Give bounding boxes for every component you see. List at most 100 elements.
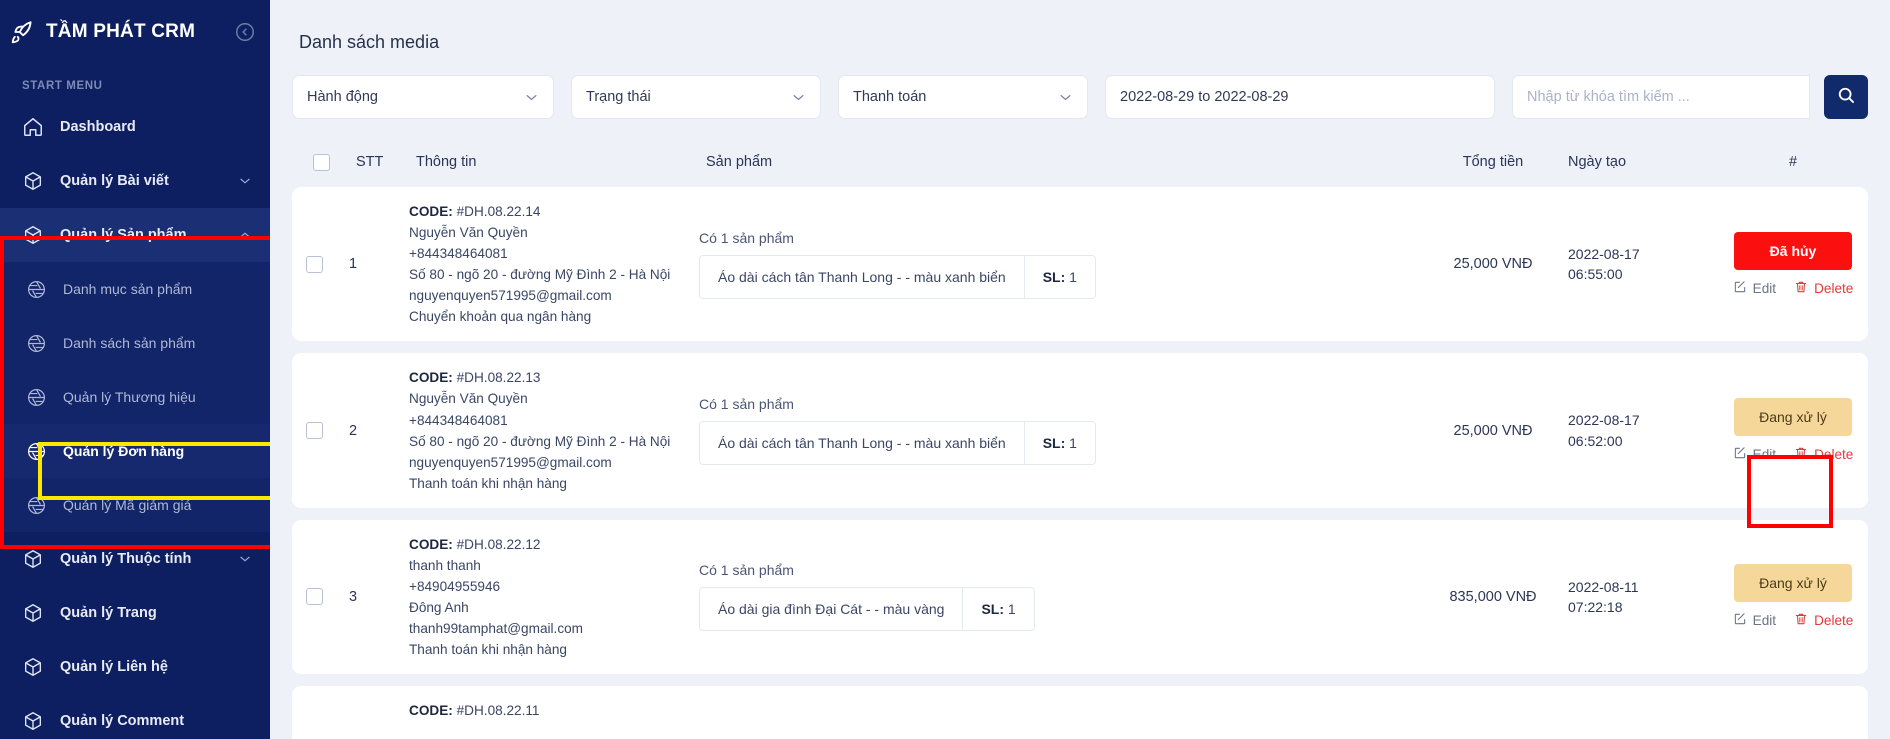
product-item: Áo dài gia đình Đại Cát - - màu vàng SL:… (699, 587, 1035, 631)
row-actions: Đang xử lý Edit (1718, 398, 1868, 463)
row-info: CODE: #DH.08.22.14 Nguyễn Văn Quyền +844… (409, 201, 699, 327)
column-header-created: Ngày tạo (1568, 154, 1718, 170)
order-code: #DH.08.22.14 (457, 204, 541, 219)
row-select-cell (292, 588, 349, 605)
row-info: CODE: #DH.08.22.11 (409, 700, 699, 721)
table-row[interactable]: 1 CODE: #DH.08.22.14 Nguyễn Văn Quyền +8… (292, 187, 1868, 341)
filter-payment-select[interactable]: Thanh toán (838, 75, 1088, 119)
sidebar-item-label: Quản lý Sản phẩm (60, 227, 238, 243)
chevron-down-icon (238, 174, 252, 188)
customer-address: Đông Anh (409, 597, 681, 618)
row-checkbox[interactable] (306, 588, 323, 605)
sidebar-item-trang[interactable]: Quản lý Trang (0, 586, 270, 640)
product-name: Áo dài cách tân Thanh Long - - màu xanh … (700, 256, 1025, 298)
order-code: #DH.08.22.12 (457, 537, 541, 552)
filter-action-select[interactable]: Hành động (292, 75, 554, 119)
filter-action-value: Hành động (307, 89, 512, 105)
page-title: Danh sách media (292, 18, 1868, 75)
chevron-down-icon (1058, 90, 1073, 105)
row-total: 835,000 VNĐ (1418, 589, 1568, 605)
collapse-left-icon[interactable] (234, 21, 256, 43)
select-all-checkbox[interactable] (313, 154, 330, 171)
sidebar-subitem-thuong-hieu[interactable]: Quản lý Thương hiệu (0, 370, 270, 424)
row-checkbox[interactable] (306, 256, 323, 273)
delete-button[interactable]: Delete (1794, 446, 1853, 463)
row-action-links: Edit Delete (1733, 280, 1854, 297)
chevron-down-icon (238, 552, 252, 566)
code-label: CODE: (409, 204, 453, 219)
status-badge[interactable]: Đã hủy (1734, 232, 1852, 270)
customer-email: thanh99tamphat@gmail.com (409, 618, 681, 639)
table-row[interactable]: 3 CODE: #DH.08.22.12 thanh thanh +849049… (292, 520, 1868, 674)
sidebar-item-comment[interactable]: Quản lý Comment (0, 694, 270, 739)
cube-icon (22, 548, 44, 570)
qty-value: 1 (1008, 601, 1016, 617)
sidebar-item-thuoc-tinh[interactable]: Quản lý Thuộc tính (0, 532, 270, 586)
product-count-label: Có 1 sản phẩm (699, 230, 1398, 246)
filter-bar: Hành động Trạng thái Thanh toán 2022-08-… (292, 75, 1868, 119)
sidebar: TẦM PHÁT CRM START MENU Dashboard (0, 0, 270, 739)
cube-icon (22, 710, 44, 732)
customer-name: thanh thanh (409, 555, 681, 576)
filter-date-range[interactable]: 2022-08-29 to 2022-08-29 (1105, 75, 1495, 119)
status-badge[interactable]: Đang xử lý (1734, 398, 1852, 436)
product-count-label: Có 1 sản phẩm (699, 562, 1398, 578)
select-all-cell (299, 154, 356, 171)
filter-status-value: Trạng thái (586, 89, 779, 105)
sidebar-item-bai-viet[interactable]: Quản lý Bài viết (0, 154, 270, 208)
main-content: Danh sách media Hành động Trạng thái Tha… (270, 0, 1890, 739)
sidebar-item-san-pham[interactable]: Quản lý Sản phẩm (0, 208, 270, 262)
delete-label: Delete (1814, 613, 1853, 628)
table-row[interactable]: CODE: #DH.08.22.11 (292, 686, 1868, 739)
created-date: 2022-08-17 (1568, 410, 1718, 430)
sidebar-item-label: Dashboard (60, 119, 252, 135)
row-index: 3 (349, 589, 409, 605)
code-label: CODE: (409, 703, 453, 718)
edit-button[interactable]: Edit (1733, 612, 1776, 629)
code-label: CODE: (409, 537, 453, 552)
sidebar-subitem-danh-sach-san-pham[interactable]: Danh sách sản phẩm (0, 316, 270, 370)
column-header-product: Sản phẩm (706, 154, 1418, 170)
row-checkbox[interactable] (306, 422, 323, 439)
row-total: 25,000 VNĐ (1418, 423, 1568, 439)
edit-button[interactable]: Edit (1733, 446, 1776, 463)
table-row[interactable]: 2 CODE: #DH.08.22.13 Nguyễn Văn Quyền +8… (292, 353, 1868, 507)
sidebar-subitem-danh-muc-san-pham[interactable]: Danh mục sản phẩm (0, 262, 270, 316)
trash-icon (1794, 280, 1808, 297)
sidebar-item-label: Quản lý Liên hệ (60, 659, 252, 675)
trash-icon (1794, 612, 1808, 629)
trash-icon (1794, 446, 1808, 463)
edit-label: Edit (1753, 613, 1776, 628)
sidebar-item-label: Quản lý Comment (60, 713, 252, 729)
status-badge[interactable]: Đang xử lý (1734, 564, 1852, 602)
aperture-icon (26, 387, 47, 408)
sidebar-subitem-label: Danh sách sản phẩm (63, 335, 195, 351)
customer-email: nguyenquyen571995@gmail.com (409, 452, 681, 473)
sidebar-item-dashboard[interactable]: Dashboard (0, 100, 270, 154)
column-header-actions: # (1718, 154, 1868, 170)
delete-button[interactable]: Delete (1794, 280, 1853, 297)
search-input[interactable] (1527, 89, 1795, 105)
table-body: 1 CODE: #DH.08.22.14 Nguyễn Văn Quyền +8… (292, 187, 1868, 739)
aperture-icon (26, 495, 47, 516)
qty-label: SL: (1043, 269, 1066, 285)
sidebar-item-lien-he[interactable]: Quản lý Liên hệ (0, 640, 270, 694)
sidebar-subitem-don-hang[interactable]: Quản lý Đơn hàng (0, 424, 270, 478)
product-qty: SL: 1 (1025, 256, 1095, 298)
row-actions: Đã hủy Edit (1718, 232, 1868, 297)
sidebar-item-label: Quản lý Trang (60, 605, 252, 621)
edit-button[interactable]: Edit (1733, 280, 1776, 297)
search-field-wrapper (1512, 75, 1810, 119)
row-action-links: Edit Delete (1733, 446, 1854, 463)
search-button[interactable] (1824, 75, 1868, 119)
row-products: Có 1 sản phẩm Áo dài cách tân Thanh Long… (699, 230, 1418, 299)
created-date: 2022-08-11 (1568, 577, 1718, 597)
customer-phone: +844348464081 (409, 243, 681, 264)
sidebar-subitem-ma-giam-gia[interactable]: Quản lý Mã giảm giá (0, 478, 270, 532)
aperture-icon (26, 279, 47, 300)
delete-label: Delete (1814, 281, 1853, 296)
chevron-up-icon (238, 228, 252, 242)
delete-button[interactable]: Delete (1794, 612, 1853, 629)
filter-status-select[interactable]: Trạng thái (571, 75, 821, 119)
product-qty: SL: 1 (1025, 422, 1095, 464)
